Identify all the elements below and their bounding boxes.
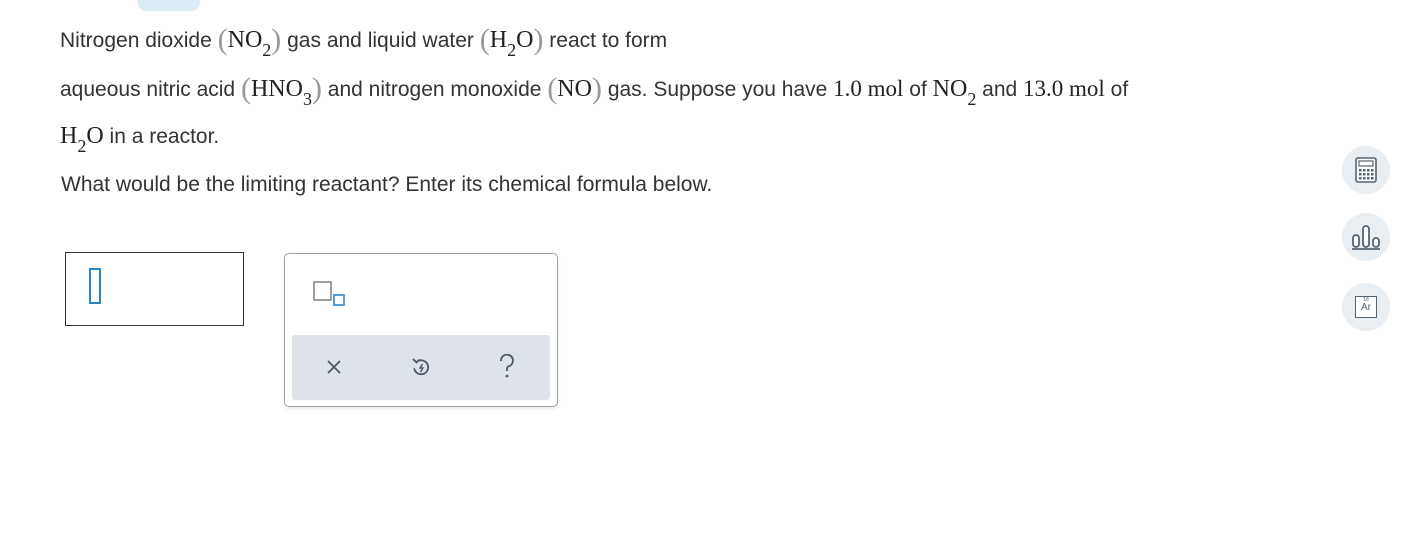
problem-statement: Nitrogen dioxide (NO2) gas and liquid wa… [60,15,1360,160]
chem-formula-no2: NO2 [227,27,272,60]
chem-formula-no: NO [557,76,592,102]
subscript-icon[interactable] [313,280,345,308]
bar-chart-icon [1352,225,1380,250]
problem-text: gas and liquid water [287,29,474,52]
calculator-icon [1355,157,1377,183]
clear-icon [327,360,341,374]
chem-formula-hno3: HNO3 [250,76,312,109]
problem-text: Nitrogen dioxide [60,29,212,52]
problem-text: in a reactor. [109,125,220,148]
chem-formula-h2o: H2O [60,123,104,156]
help-icon [500,354,514,378]
clear-button[interactable] [319,352,349,382]
chemistry-input-palette [284,253,558,407]
problem-text: gas. Suppose you have [607,78,828,101]
palette-toolbar [292,335,550,400]
input-cursor [89,268,101,304]
chem-formula-no2: NO2 [932,76,977,109]
problem-text: and nitrogen monoxide [327,78,542,101]
help-button[interactable] [492,352,522,382]
calculator-button[interactable] [1342,146,1390,194]
data-chart-button[interactable] [1342,213,1390,261]
top-tab[interactable] [138,0,200,11]
chem-formula-h2o: H2O [489,27,534,60]
problem-line-2: aqueous nitric acid (HNO3) and nitrogen … [60,72,1129,109]
quantity-h2o: 13.0 mol [1023,76,1105,101]
problem-text: of [1110,78,1129,101]
answer-input[interactable] [65,252,244,326]
periodic-table-button[interactable]: 18 Ar [1342,283,1390,331]
problem-text: aqueous nitric acid [60,78,236,101]
problem-line-3: H2O in a reactor. [60,113,1360,160]
periodic-table-icon: 18 Ar [1355,296,1377,318]
undo-button[interactable] [406,352,436,382]
problem-text: react to form [549,29,668,52]
quantity-no2: 1.0 mol [833,76,904,101]
question-text: What would be the limiting reactant? Ent… [61,173,713,196]
undo-icon [412,358,429,376]
problem-text: of [909,78,927,101]
problem-line-1: Nitrogen dioxide (NO2) gas and liquid wa… [60,23,668,60]
problem-text: and [982,78,1018,101]
